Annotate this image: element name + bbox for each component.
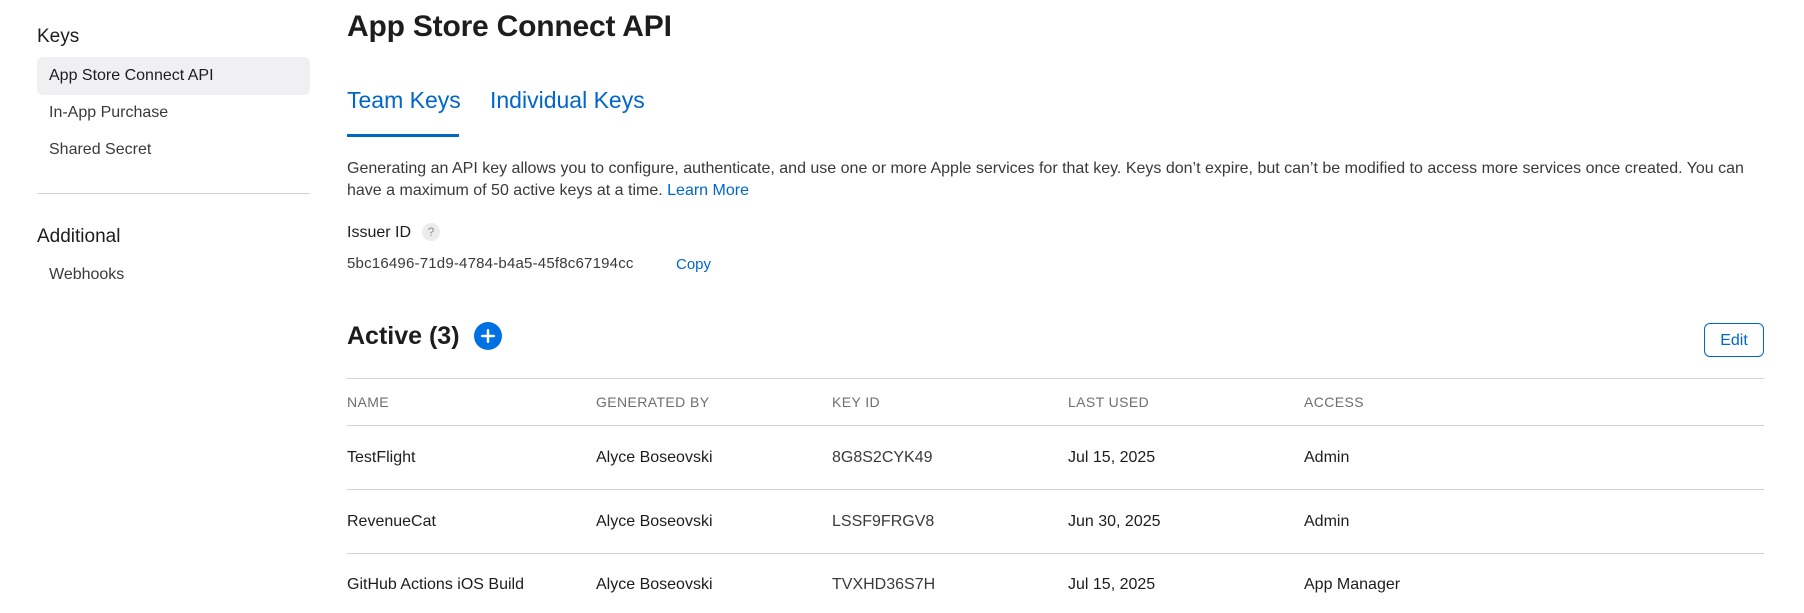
sidebar-item-shared-secret[interactable]: Shared Secret: [37, 131, 310, 169]
tab-individual-keys[interactable]: Individual Keys: [490, 87, 645, 114]
description-text: Generating an API key allows you to conf…: [347, 160, 1744, 199]
sidebar-heading-additional: Additional: [37, 226, 121, 247]
sidebar-item-in-app-purchase[interactable]: In-App Purchase: [37, 94, 310, 132]
issuer-id-value: 5bc16496-71d9-4784-b4a5-45f8c67194cc: [347, 255, 634, 272]
cell-key-id: TVXHD36S7H: [832, 576, 936, 593]
table-header-row: NAME GENERATED BY KEY ID LAST USED ACCES…: [347, 378, 1764, 425]
sidebar-item-webhooks[interactable]: Webhooks: [37, 256, 310, 294]
cell-access: App Manager: [1304, 576, 1401, 593]
keys-table: NAME GENERATED BY KEY ID LAST USED ACCES…: [347, 378, 1764, 613]
plus-circle-icon: [481, 329, 495, 343]
sidebar-heading-keys: Keys: [37, 26, 80, 47]
table-row[interactable]: TestFlight Alyce Boseovski 8G8S2CYK49 Ju…: [347, 425, 1764, 489]
sidebar-item-app-store-connect-api[interactable]: App Store Connect API: [37, 57, 310, 95]
cell-last-used: Jul 15, 2025: [1068, 448, 1156, 466]
column-header-generated-by[interactable]: GENERATED BY: [596, 379, 709, 425]
help-icon[interactable]: ?: [422, 223, 440, 241]
cell-last-used: Jun 30, 2025: [1068, 512, 1161, 530]
copy-issuer-id-link[interactable]: Copy: [676, 256, 711, 273]
cell-generated-by: Alyce Boseovski: [596, 448, 713, 466]
table-row[interactable]: RevenueCat Alyce Boseovski LSSF9FRGV8 Ju…: [347, 489, 1764, 553]
page: Keys App Store Connect API In-App Purcha…: [0, 0, 1804, 613]
edit-button[interactable]: Edit: [1704, 323, 1764, 357]
page-title: App Store Connect API: [347, 10, 672, 43]
cell-last-used: Jul 15, 2025: [1068, 576, 1156, 593]
tab-selected-indicator: [347, 134, 459, 137]
active-section-title: Active (3): [347, 322, 460, 350]
cell-key-id: LSSF9FRGV8: [832, 512, 935, 530]
sidebar-divider: [37, 193, 310, 194]
cell-access: Admin: [1304, 512, 1350, 530]
cell-name[interactable]: GitHub Actions iOS Build: [347, 554, 524, 613]
column-header-name[interactable]: NAME: [347, 379, 389, 425]
column-header-last-used[interactable]: LAST USED: [1068, 379, 1149, 425]
description: Generating an API key allows you to conf…: [347, 158, 1764, 202]
cell-name[interactable]: TestFlight: [347, 426, 415, 489]
tab-team-keys[interactable]: Team Keys: [347, 87, 461, 114]
cell-generated-by: Alyce Boseovski: [596, 576, 713, 593]
column-header-key-id[interactable]: KEY ID: [832, 379, 880, 425]
column-header-access[interactable]: ACCESS: [1304, 379, 1364, 425]
add-key-button[interactable]: [474, 322, 502, 350]
cell-key-id: 8G8S2CYK49: [832, 448, 933, 466]
issuer-id-label: Issuer ID: [347, 224, 412, 241]
cell-name[interactable]: RevenueCat: [347, 490, 436, 553]
learn-more-link[interactable]: Learn More: [667, 182, 749, 199]
table-row[interactable]: GitHub Actions iOS Build Alyce Boseovski…: [347, 553, 1764, 613]
cell-generated-by: Alyce Boseovski: [596, 512, 713, 530]
cell-access: Admin: [1304, 448, 1350, 466]
